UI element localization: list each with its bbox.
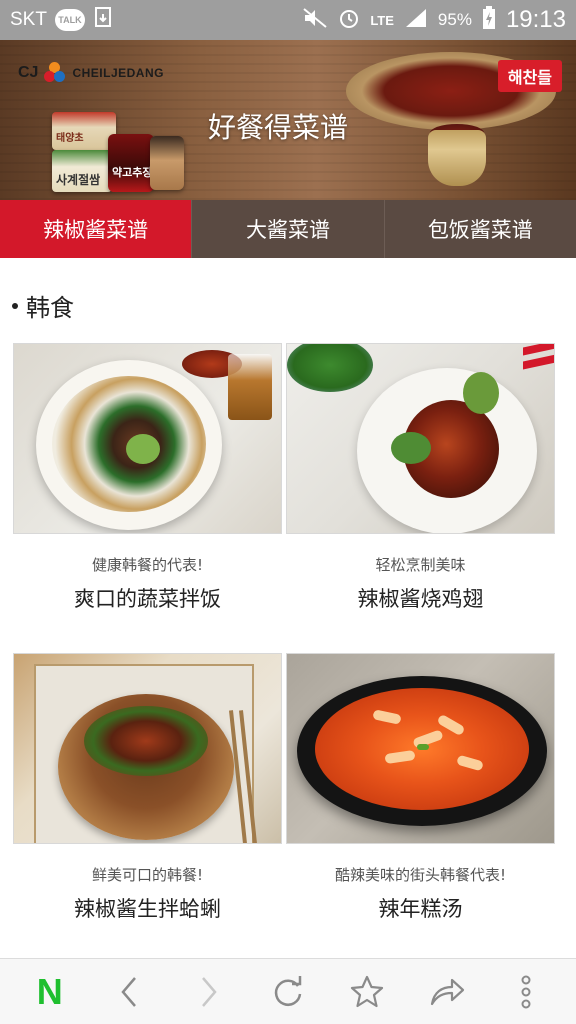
share-icon[interactable] bbox=[419, 964, 475, 1020]
recipe-card-tteokbokki-soup[interactable]: 酷辣美味的街头韩餐代表! 辣年糕汤 bbox=[286, 653, 555, 923]
bookmark-star-icon[interactable] bbox=[339, 964, 395, 1020]
network-type: LTE bbox=[370, 12, 394, 28]
recipe-title: 辣年糕汤 bbox=[378, 897, 463, 921]
more-vertical-icon[interactable] bbox=[498, 964, 554, 1020]
haechandle-brand-tag: 해찬들 bbox=[497, 60, 562, 92]
status-bar: SKT TALK LTE 95% 19:13 bbox=[0, 0, 576, 40]
signal-icon bbox=[404, 7, 428, 34]
product-package-1: 태양초 bbox=[52, 112, 116, 150]
recipe-subtitle: 鲜美可口的韩餐! bbox=[91, 866, 203, 884]
hero-banner: CJ CHEILJEDANG 태양초 사계절쌈 약고추장 好餐得菜谱 해찬들 bbox=[0, 40, 576, 200]
forward-icon[interactable] bbox=[181, 964, 237, 1020]
browser-bottom-toolbar: N bbox=[0, 958, 576, 1024]
recipe-title: 辣椒酱烧鸡翅 bbox=[357, 587, 484, 611]
status-right: LTE 95% 19:13 bbox=[302, 5, 566, 35]
bullet-icon bbox=[12, 302, 18, 309]
alarm-icon bbox=[338, 7, 360, 34]
recipe-subtitle: 健康韩餐的代表! bbox=[91, 556, 203, 574]
chicken-wings-photo bbox=[286, 343, 555, 534]
tab-label: 辣椒酱菜谱 bbox=[43, 218, 149, 242]
tab-doenjang-recipes[interactable]: 大酱菜谱 bbox=[191, 200, 383, 258]
product-package-4 bbox=[150, 136, 184, 190]
spicy-clams-photo bbox=[13, 653, 282, 844]
tab-gochujang-recipes[interactable]: 辣椒酱菜谱 bbox=[0, 200, 192, 258]
company-name: CJ bbox=[18, 64, 39, 81]
recipe-card-chicken-wings[interactable]: 轻松烹制美味 辣椒酱烧鸡翅 bbox=[286, 343, 555, 613]
recipe-subtitle: 轻松烹制美味 bbox=[375, 556, 466, 574]
recipe-card-bibimbap[interactable]: 健康韩餐的代表! 爽口的蔬菜拌饭 bbox=[13, 343, 282, 613]
download-icon bbox=[93, 6, 115, 34]
status-left: SKT TALK bbox=[10, 6, 115, 34]
recipe-title: 爽口的蔬菜拌饭 bbox=[74, 587, 221, 611]
gochujang-bowl-image bbox=[428, 130, 486, 186]
product-package-3: 약고추장 bbox=[108, 134, 154, 192]
mute-icon bbox=[302, 7, 328, 34]
tteokbokki-photo bbox=[286, 653, 555, 844]
bibimbap-photo bbox=[13, 343, 282, 534]
product-package-2: 사계절쌈 bbox=[52, 150, 112, 192]
carrier-label: SKT bbox=[10, 9, 47, 30]
tab-ssamjang-recipes[interactable]: 包饭酱菜谱 bbox=[383, 200, 576, 258]
kakaotalk-icon: TALK bbox=[54, 9, 85, 31]
recipe-tabs: 辣椒酱菜谱 大酱菜谱 包饭酱菜谱 bbox=[0, 200, 576, 258]
back-icon[interactable] bbox=[101, 964, 157, 1020]
tab-label: 包饭酱菜谱 bbox=[427, 218, 533, 242]
banner-title: 好餐得菜谱 bbox=[208, 111, 349, 144]
battery-charging-icon bbox=[482, 5, 496, 35]
naver-home-icon[interactable]: N bbox=[22, 964, 78, 1020]
cj-logo-mark bbox=[44, 62, 66, 84]
brand-name: CHEILJEDANG bbox=[72, 66, 164, 80]
recipe-title: 辣椒酱生拌蛤蜊 bbox=[74, 897, 221, 921]
recipe-card-spicy-clams[interactable]: 鲜美可口的韩餐! 辣椒酱生拌蛤蜊 bbox=[13, 653, 282, 923]
section-title-text: 韩食 bbox=[26, 294, 74, 322]
section-title: 韩食 bbox=[12, 288, 74, 323]
battery-percent: 95% bbox=[437, 10, 472, 29]
recipe-subtitle: 酷辣美味的街头韩餐代表! bbox=[334, 866, 506, 884]
tab-label: 大酱菜谱 bbox=[245, 218, 330, 242]
clock: 19:13 bbox=[505, 6, 566, 33]
cj-logo: CJ CHEILJEDANG bbox=[18, 62, 164, 84]
refresh-icon[interactable] bbox=[260, 964, 316, 1020]
